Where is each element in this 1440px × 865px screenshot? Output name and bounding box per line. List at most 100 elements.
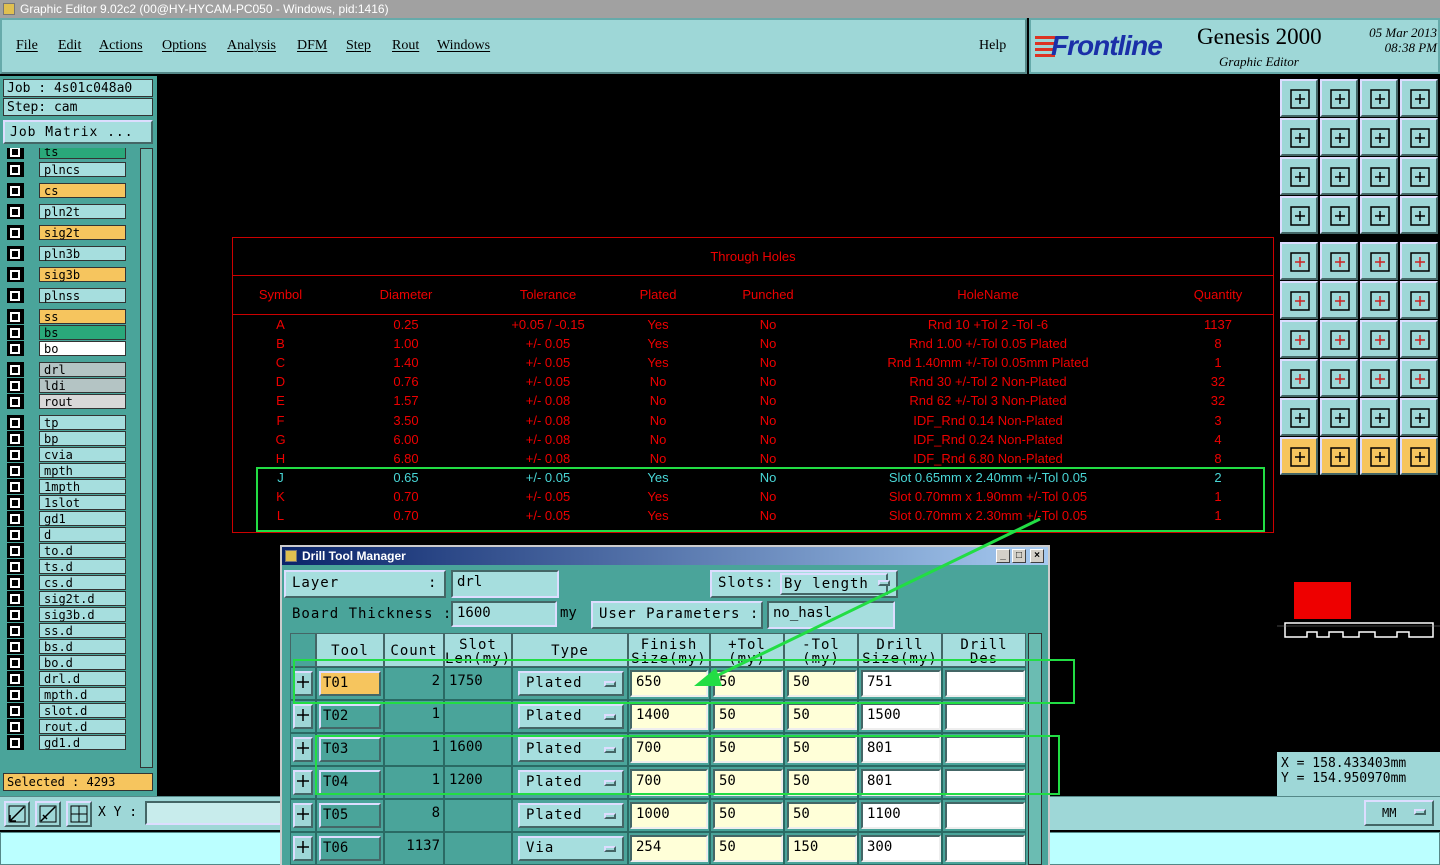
triangle-alt-icon[interactable] — [1400, 398, 1438, 436]
layer-checkbox[interactable] — [7, 623, 24, 638]
expand-button[interactable] — [293, 836, 313, 861]
layer-name[interactable]: slot.d — [39, 703, 126, 718]
netlist-alt-icon[interactable] — [1400, 196, 1438, 234]
layer-checkbox[interactable] — [7, 394, 24, 409]
layer-row[interactable]: ts.d — [3, 559, 140, 574]
drill-input[interactable]: 1500 — [861, 703, 941, 730]
layer-row[interactable]: bs — [3, 325, 140, 340]
type-select[interactable]: Plated — [518, 803, 624, 828]
layer-checkbox[interactable] — [7, 639, 24, 654]
expand-button[interactable] — [293, 770, 313, 795]
layer-list-scrollbar[interactable] — [140, 148, 153, 768]
user-parameters-field[interactable]: no_hasl — [767, 601, 895, 629]
pad-icon[interactable] — [1280, 242, 1318, 280]
layer-checkbox[interactable] — [7, 687, 24, 702]
ptol-input[interactable]: 50 — [713, 835, 783, 862]
layer-field[interactable]: drl — [451, 570, 559, 598]
tool-button[interactable]: T05 — [319, 803, 381, 828]
scale-icon[interactable] — [1360, 157, 1398, 195]
layer-checkbox[interactable] — [7, 543, 24, 558]
layer-row[interactable]: plncs — [3, 162, 140, 177]
layer-row[interactable]: sig2t.d — [3, 591, 140, 606]
mtol-input[interactable]: 150 — [787, 835, 857, 862]
layer-name[interactable]: bo.d — [39, 655, 126, 670]
route-icon[interactable] — [1400, 437, 1438, 475]
layer-row[interactable]: sig3b — [3, 267, 140, 282]
layer-name[interactable]: sig3b — [39, 267, 126, 282]
mtol-input[interactable]: 50 — [787, 670, 857, 697]
pan-left-icon[interactable] — [1280, 118, 1318, 156]
layer-name[interactable]: ldi — [39, 378, 126, 393]
menu-windows[interactable]: Windows — [437, 38, 490, 54]
layer-name[interactable]: gd1.d — [39, 735, 126, 750]
layer-name[interactable]: sig2t.d — [39, 591, 126, 606]
layer-checkbox[interactable] — [7, 527, 24, 542]
layer-row[interactable]: drl — [3, 362, 140, 377]
ptol-input[interactable]: 50 — [713, 769, 783, 796]
layer-row[interactable]: pln2t — [3, 204, 140, 219]
layer-name[interactable]: drl.d — [39, 671, 126, 686]
layer-row[interactable]: bs.d — [3, 639, 140, 654]
layer-name[interactable]: sig2t — [39, 225, 126, 240]
layer-row[interactable]: gd1 — [3, 511, 140, 526]
layer-name[interactable]: cs.d — [39, 575, 126, 590]
des-input[interactable] — [945, 703, 1025, 730]
layer-checkbox[interactable] — [7, 559, 24, 574]
finish-input[interactable]: 700 — [630, 736, 708, 763]
type-select[interactable]: Via — [518, 836, 624, 861]
layer-name[interactable]: bs — [39, 325, 126, 340]
layer-row[interactable]: bo — [3, 341, 140, 356]
mtol-input[interactable]: 50 — [787, 769, 857, 796]
ptol-input[interactable]: 50 — [713, 670, 783, 697]
layer-name[interactable]: rout.d — [39, 719, 126, 734]
layer-row[interactable]: ts — [3, 148, 140, 159]
pointer-alt-icon[interactable] — [1360, 437, 1398, 475]
layer-checkbox[interactable] — [7, 655, 24, 670]
layer-name[interactable]: bp — [39, 431, 126, 446]
arrow-alt-icon[interactable] — [1400, 281, 1438, 319]
finish-input[interactable]: 650 — [630, 670, 708, 697]
layer-row[interactable]: 1mpth — [3, 479, 140, 494]
layer-name[interactable]: d — [39, 527, 126, 542]
layer-checkbox[interactable] — [7, 479, 24, 494]
layer-name[interactable]: tp — [39, 415, 126, 430]
layer-row[interactable]: rout.d — [3, 719, 140, 734]
ptol-input[interactable]: 50 — [713, 802, 783, 829]
ruler-icon[interactable] — [1360, 242, 1398, 280]
zoom-fit-icon[interactable] — [1280, 157, 1318, 195]
cross-icon[interactable] — [1320, 281, 1358, 319]
expand-button[interactable] — [293, 803, 313, 828]
layer-checkbox[interactable] — [7, 719, 24, 734]
menu-file[interactable]: File — [16, 38, 38, 54]
type-select[interactable]: Plated — [518, 671, 624, 696]
tool-button[interactable]: T03 — [319, 737, 381, 762]
layer-row[interactable]: cs — [3, 183, 140, 198]
layer-checkbox[interactable] — [7, 246, 24, 261]
menu-analysis[interactable]: Analysis — [227, 38, 276, 54]
drill-input[interactable]: 1100 — [861, 802, 941, 829]
layer-checkbox[interactable] — [7, 325, 24, 340]
layer-name[interactable]: mpth.d — [39, 687, 126, 702]
layer-checkbox[interactable] — [7, 463, 24, 478]
layer-name[interactable]: 1mpth — [39, 479, 126, 494]
layer-checkbox[interactable] — [7, 495, 24, 510]
job-matrix-button[interactable]: Job Matrix ... — [3, 120, 153, 144]
layer-row[interactable]: sig3b.d — [3, 607, 140, 622]
layer-checkbox[interactable] — [7, 225, 24, 240]
expand-button[interactable] — [293, 671, 313, 696]
finish-input[interactable]: 254 — [630, 835, 708, 862]
zoom-fit-icon[interactable] — [4, 801, 30, 827]
triangle-outline-icon[interactable] — [1320, 398, 1358, 436]
select-icon[interactable] — [1400, 359, 1438, 397]
measure-icon[interactable] — [35, 801, 61, 827]
layer-name[interactable]: to.d — [39, 543, 126, 558]
type-select[interactable]: Plated — [518, 770, 624, 795]
layer-checkbox[interactable] — [7, 288, 24, 303]
arc-icon[interactable] — [1360, 320, 1398, 358]
layer-name[interactable]: 1slot — [39, 495, 126, 510]
layer-row[interactable]: d — [3, 527, 140, 542]
slots-select[interactable]: Slots: By length — [710, 570, 898, 598]
export-icon[interactable] — [1280, 79, 1318, 117]
circle-dash-icon[interactable] — [1400, 242, 1438, 280]
layer-checkbox[interactable] — [7, 204, 24, 219]
